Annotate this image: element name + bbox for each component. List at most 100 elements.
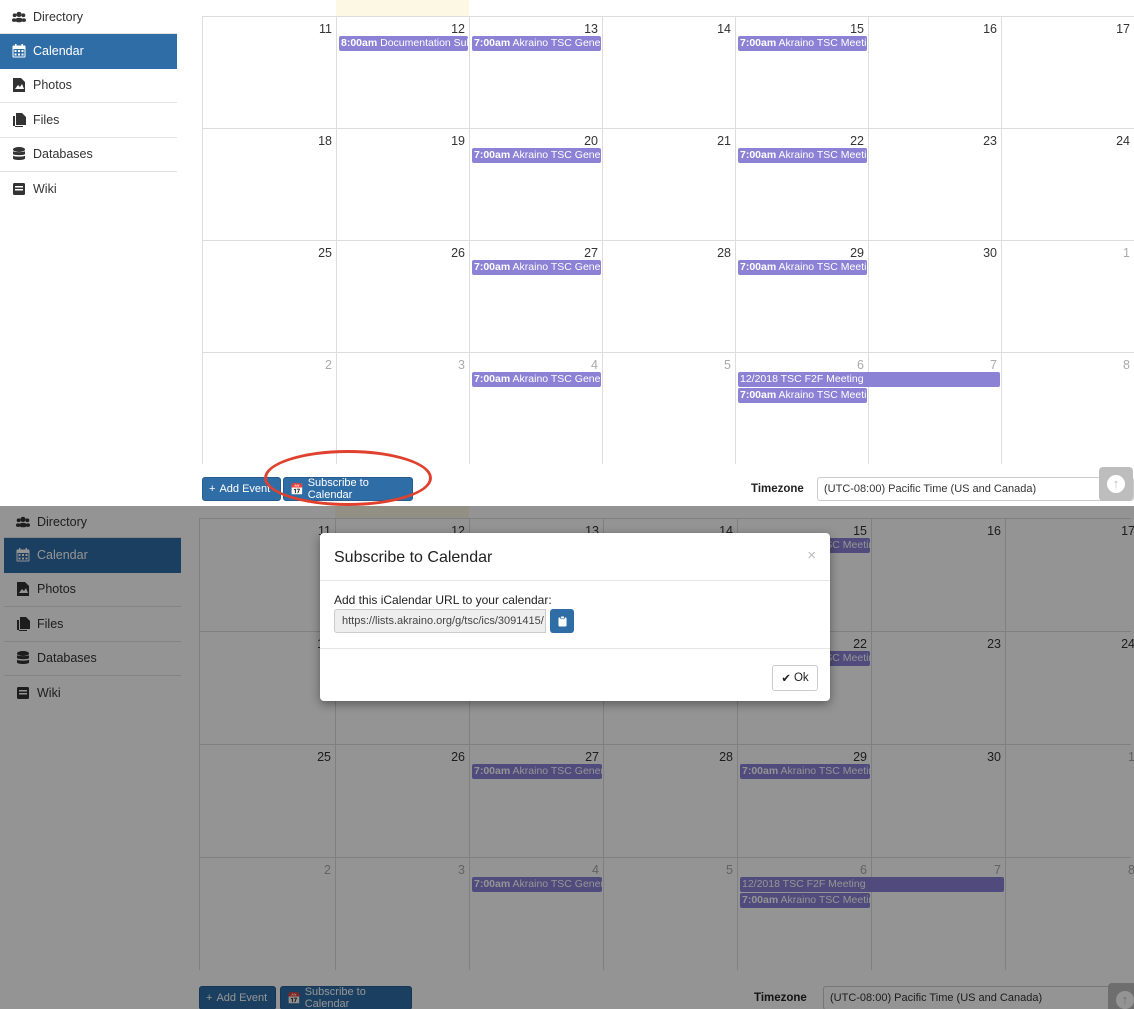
day-number: 2	[325, 358, 332, 372]
calendar-day-cell[interactable]: 19	[337, 129, 470, 240]
modal-title: Subscribe to Calendar	[334, 549, 493, 566]
arrow-up-icon: ↑	[1107, 475, 1125, 493]
modal-instruction: Add this iCalendar URL to your calendar:	[334, 593, 552, 607]
calendar-day-cell[interactable]: 17	[1002, 17, 1134, 128]
calendar-view-bottom: Directory Calendar Photos Files Database…	[0, 506, 1134, 1009]
event-time: 7:00am	[474, 37, 511, 49]
calendar-day-cell[interactable]: 26	[337, 241, 470, 352]
sidebar-item-label: Directory	[33, 9, 84, 24]
calendar-day-cell[interactable]: 5	[603, 353, 736, 464]
day-number: 24	[1116, 134, 1130, 148]
event-tsc-meeting[interactable]: 7:00am Akraino TSC Meetin	[738, 388, 867, 403]
close-icon[interactable]: ×	[807, 547, 816, 564]
ok-button[interactable]: ✔ Ok	[772, 665, 818, 691]
day-number: 19	[451, 134, 465, 148]
day-number: 13	[584, 22, 598, 36]
timezone-select[interactable]: (UTC-08:00) Pacific Time (US and Canada)	[817, 477, 1134, 501]
day-number: 17	[1116, 22, 1130, 36]
event-documentation[interactable]: 8:00am Documentation Sub	[339, 36, 468, 51]
event-tsc-general[interactable]: 7:00am Akraino TSC Genera	[472, 36, 601, 51]
sidebar-item-label: Files	[33, 112, 60, 127]
day-number: 21	[717, 134, 731, 148]
calendar-day-cell[interactable]: 20	[470, 129, 603, 240]
calendar-day-cell[interactable]: 24	[1002, 129, 1134, 240]
day-number: 28	[717, 246, 731, 260]
calendar-day-cell[interactable]: 18	[203, 129, 337, 240]
day-number: 5	[724, 358, 731, 372]
sidebar-item-photos[interactable]: Photos	[0, 69, 177, 103]
calendar-day-cell[interactable]: 25	[203, 241, 337, 352]
day-number: 25	[318, 246, 332, 260]
ical-url-field[interactable]: https://lists.akraino.org/g/tsc/ics/3091…	[334, 609, 546, 633]
timezone-label: Timezone	[751, 483, 804, 495]
event-time: 8:00am	[341, 37, 378, 49]
calendar-day-cell[interactable]: 4	[470, 353, 603, 464]
sidebar-item-databases[interactable]: Databases	[0, 138, 177, 172]
event-time: 7:00am	[740, 261, 777, 273]
event-time: 7:00am	[740, 389, 777, 401]
calendar-day-cell[interactable]: 15	[736, 17, 869, 128]
calendar-day-cell[interactable]: 1	[1002, 241, 1134, 352]
calendar-view-top: Directory Calendar Photos Files Database…	[0, 0, 1134, 506]
highlight-annotation	[264, 450, 432, 506]
sidebar-item-directory[interactable]: Directory	[0, 0, 177, 34]
day-number: 30	[983, 246, 997, 260]
calendar-day-cell[interactable]: 29	[736, 241, 869, 352]
event-title: Akraino TSC Meetin	[778, 149, 867, 161]
calendar-day-cell[interactable]: 14	[603, 17, 736, 128]
calendar-week-row: 11 12 13 14 15 16 17 8:00am Documentation Sub 7:…	[203, 16, 1134, 128]
calendar-day-cell[interactable]: 3	[337, 353, 470, 464]
sidebar: Directory Calendar Photos Files Database…	[0, 0, 177, 207]
calendar-day-cell[interactable]: 12	[337, 17, 470, 128]
today-highlight	[336, 0, 469, 16]
day-number: 7	[990, 358, 997, 372]
day-number: 1	[1123, 246, 1130, 260]
day-number: 6	[857, 358, 864, 372]
event-tsc-meeting[interactable]: 7:00am Akraino TSC Meetin	[738, 36, 867, 51]
scroll-top-button[interactable]: ↑	[1099, 467, 1133, 501]
day-number: 27	[584, 246, 598, 260]
day-number: 23	[983, 134, 997, 148]
calendar-day-cell[interactable]: 27	[470, 241, 603, 352]
event-tsc-meeting[interactable]: 7:00am Akraino TSC Meetin	[738, 148, 867, 163]
sidebar-item-wiki[interactable]: Wiki	[0, 172, 177, 207]
sidebar-item-label: Databases	[33, 147, 93, 162]
event-tsc-meeting[interactable]: 7:00am Akraino TSC Meetin	[738, 260, 867, 275]
calendar-day-cell[interactable]: 22	[736, 129, 869, 240]
day-number: 26	[451, 246, 465, 260]
calendar-day-cell[interactable]: 23	[869, 129, 1002, 240]
sidebar-item-label: Calendar	[33, 43, 84, 58]
calendar-month-grid: 111213141516178:00am Documentation Sub7:…	[202, 0, 1134, 464]
day-number: 16	[983, 22, 997, 36]
event-f2f-meeting[interactable]: 12/2018 TSC F2F Meeting	[738, 372, 1000, 387]
calendar-day-cell[interactable]: 28	[603, 241, 736, 352]
calendar-day-cell[interactable]: 6	[736, 353, 869, 464]
calendar-day-cell[interactable]: 13	[470, 17, 603, 128]
day-number: 3	[458, 358, 465, 372]
sidebar-item-calendar[interactable]: Calendar	[0, 34, 177, 69]
event-time: 7:00am	[474, 149, 511, 161]
calendar-day-cell[interactable]: 7	[869, 353, 1002, 464]
calendar-day-cell[interactable]: 16	[869, 17, 1002, 128]
day-number: 12	[451, 22, 465, 36]
event-title: Akraino TSC Genera	[512, 149, 601, 161]
copy-url-button[interactable]	[550, 609, 574, 633]
event-time: 7:00am	[474, 261, 511, 273]
sidebar-item-label: Photos	[33, 78, 72, 93]
check-icon: ✔	[781, 673, 791, 685]
calendar-day-cell[interactable]: 30	[869, 241, 1002, 352]
calendar-week-row: 25 26 27 28 29 30 1 7:00am Akraino TSC Genera 7:…	[203, 240, 1134, 352]
calendar-day-cell[interactable]: 8	[1002, 353, 1134, 464]
subscribe-modal: Subscribe to Calendar × Add this iCalend…	[320, 533, 830, 701]
event-tsc-general[interactable]: 7:00am Akraino TSC Genera	[472, 148, 601, 163]
event-tsc-general[interactable]: 7:00am Akraino TSC Genera	[472, 260, 601, 275]
day-number: 29	[850, 246, 864, 260]
calendar-day-cell[interactable]: 11	[203, 17, 337, 128]
calendar-day-cell[interactable]: 21	[603, 129, 736, 240]
event-tsc-general[interactable]: 7:00am Akraino TSC Genera	[472, 372, 601, 387]
modal-body: Add this iCalendar URL to your calendar:…	[320, 581, 830, 649]
calendar-day-cell[interactable]: 2	[203, 353, 337, 464]
sidebar-item-files[interactable]: Files	[0, 103, 177, 138]
day-number: 4	[591, 358, 598, 372]
event-title: Akraino TSC Meetin	[778, 261, 867, 273]
